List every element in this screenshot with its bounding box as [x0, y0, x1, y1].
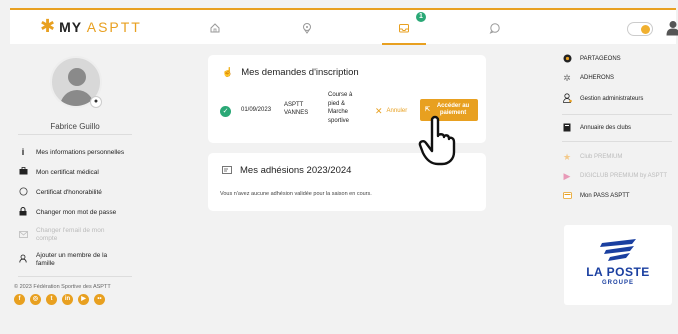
- menu-item-label: Mon certificat médical: [36, 168, 99, 176]
- registration-requests-title: ☝ Mes demandes d'inscription: [222, 67, 359, 78]
- menu-item-medical-certificate[interactable]: Mon certificat médical: [18, 162, 138, 182]
- email-icon: [18, 230, 28, 240]
- home-icon[interactable]: [208, 22, 222, 36]
- inbox-icon[interactable]: [397, 22, 411, 36]
- social-links: f ◎ t in ▶ ••: [14, 294, 105, 305]
- gear-icon: ✲: [563, 72, 571, 83]
- profile-menu: i Mes informations personnelles Mon cert…: [18, 142, 138, 281]
- sponsor-group: GROUPE: [601, 280, 634, 286]
- briefcase-icon: [18, 167, 28, 177]
- card-title-text: Mes demandes d'inscription: [241, 67, 359, 78]
- right-menu: PARTAGEONS ✲ ADHERONS Gestion administra…: [562, 50, 676, 206]
- card-title-text: Mes adhésions 2023/2024: [240, 165, 352, 176]
- menu-item-digiclub-premium: ▶ DIGICLUB PREMIUM by ASPTT: [562, 166, 676, 186]
- menu-item-label: Changer mon mot de passe: [36, 208, 117, 216]
- admin-icon: [562, 93, 572, 105]
- menu-item-label: Changer l'email de mon compte: [36, 226, 105, 242]
- pass-icon: [562, 191, 572, 201]
- hand-pointer-cursor-icon: [418, 115, 456, 166]
- divider: [18, 276, 132, 277]
- logo-text-main: MY: [59, 18, 82, 35]
- profile-name: Fabrice Guillo: [50, 122, 100, 131]
- menu-item-add-family-member[interactable]: Ajouter un membre de la famille: [18, 247, 138, 272]
- theme-toggle[interactable]: [627, 22, 653, 36]
- logo-text: MY ASPTT: [59, 19, 142, 35]
- menu-item-club-premium: ★ Club PREMIUM: [562, 148, 676, 166]
- notification-badge: 1: [416, 12, 426, 22]
- external-link-icon: ⇱: [425, 106, 431, 113]
- la-poste-sponsor-banner[interactable]: LA POSTE GROUPE: [564, 225, 672, 305]
- menu-item-label: Gestion administrateurs: [580, 96, 644, 102]
- memberships-empty-text: Vous n'avez aucune adhésion validée pour…: [220, 191, 372, 197]
- chat-icon[interactable]: [488, 22, 502, 36]
- menu-item-admin-management[interactable]: Gestion administrateurs: [562, 88, 676, 110]
- menu-item-label: Annuaire des clubs: [580, 125, 632, 131]
- circle-icon: [18, 187, 28, 198]
- menu-item-label: Certificat d'honorabilité: [36, 188, 102, 196]
- request-activity: Course à pied & Marche sportive: [328, 92, 353, 124]
- add-user-icon: [18, 254, 28, 265]
- menu-item-adherons[interactable]: ✲ ADHERONS: [562, 68, 676, 88]
- logo[interactable]: ✱ MY ASPTT: [40, 16, 142, 37]
- linkedin-icon[interactable]: in: [62, 294, 73, 305]
- book-icon: [562, 123, 572, 134]
- la-poste-logo-icon: [600, 239, 636, 261]
- location-icon[interactable]: [300, 22, 314, 36]
- instagram-icon[interactable]: ◎: [30, 294, 41, 305]
- menu-item-pass-asptt[interactable]: Mon PASS ASPTT: [562, 186, 676, 206]
- id-card-icon: [222, 165, 232, 176]
- menu-item-honorability-certificate[interactable]: Certificat d'honorabilité: [18, 182, 138, 202]
- sun-icon: [641, 25, 650, 34]
- cancel-button-label: Annuler: [386, 108, 408, 114]
- facebook-icon[interactable]: f: [14, 294, 25, 305]
- menu-item-change-password[interactable]: Changer mon mot de passe: [18, 202, 138, 222]
- menu-item-change-email: Changer l'email de mon compte: [18, 222, 138, 247]
- close-icon: ✕: [375, 105, 383, 116]
- check-icon: ✓: [220, 106, 231, 117]
- menu-item-personal-info[interactable]: i Mes informations personnelles: [18, 142, 138, 162]
- twitter-icon[interactable]: t: [46, 294, 57, 305]
- request-club: ASPTT VANNES: [284, 102, 309, 116]
- menu-item-label: DIGICLUB PREMIUM by ASPTT: [580, 173, 668, 179]
- active-tab-indicator: [382, 43, 426, 45]
- menu-item-label: Mon PASS ASPTT: [580, 193, 630, 199]
- memberships-title: Mes adhésions 2023/2024: [222, 165, 351, 176]
- info-icon: i: [21, 147, 25, 157]
- camera-icon[interactable]: ●: [90, 96, 102, 108]
- menu-item-label: Ajouter un membre de la famille: [36, 251, 108, 267]
- lock-icon: [18, 206, 28, 218]
- menu-item-label: Mes informations personnelles: [36, 148, 125, 156]
- copyright: © 2023 Fédération Sportive des ASPTT: [14, 284, 111, 290]
- menu-item-label: PARTAGEONS: [580, 56, 621, 62]
- youtube-icon[interactable]: ▶: [78, 294, 89, 305]
- divider: [18, 134, 132, 135]
- menu-item-label: Club PREMIUM: [580, 154, 623, 160]
- top-navigation-bar: ✱ MY ASPTT 1: [10, 8, 678, 45]
- star-icon: ★: [562, 151, 572, 162]
- logo-mark: ✱: [40, 16, 56, 37]
- flickr-icon[interactable]: ••: [94, 294, 105, 305]
- play-icon: ▶: [563, 170, 571, 181]
- logo-text-accent: ASPTT: [86, 18, 142, 35]
- sponsor-name: LA POSTE: [586, 265, 650, 279]
- menu-item-clubs-directory[interactable]: Annuaire des clubs: [562, 115, 676, 141]
- share-icon: [562, 54, 572, 65]
- request-date: 01/09/2023: [241, 107, 272, 113]
- menu-item-partageons[interactable]: PARTAGEONS: [562, 50, 676, 68]
- menu-item-label: ADHERONS: [580, 75, 615, 81]
- user-account-icon[interactable]: [666, 20, 678, 36]
- cancel-button[interactable]: ✕ Annuler: [375, 104, 407, 118]
- divider: [562, 141, 672, 142]
- cursor-hand-icon: ☝: [222, 67, 234, 77]
